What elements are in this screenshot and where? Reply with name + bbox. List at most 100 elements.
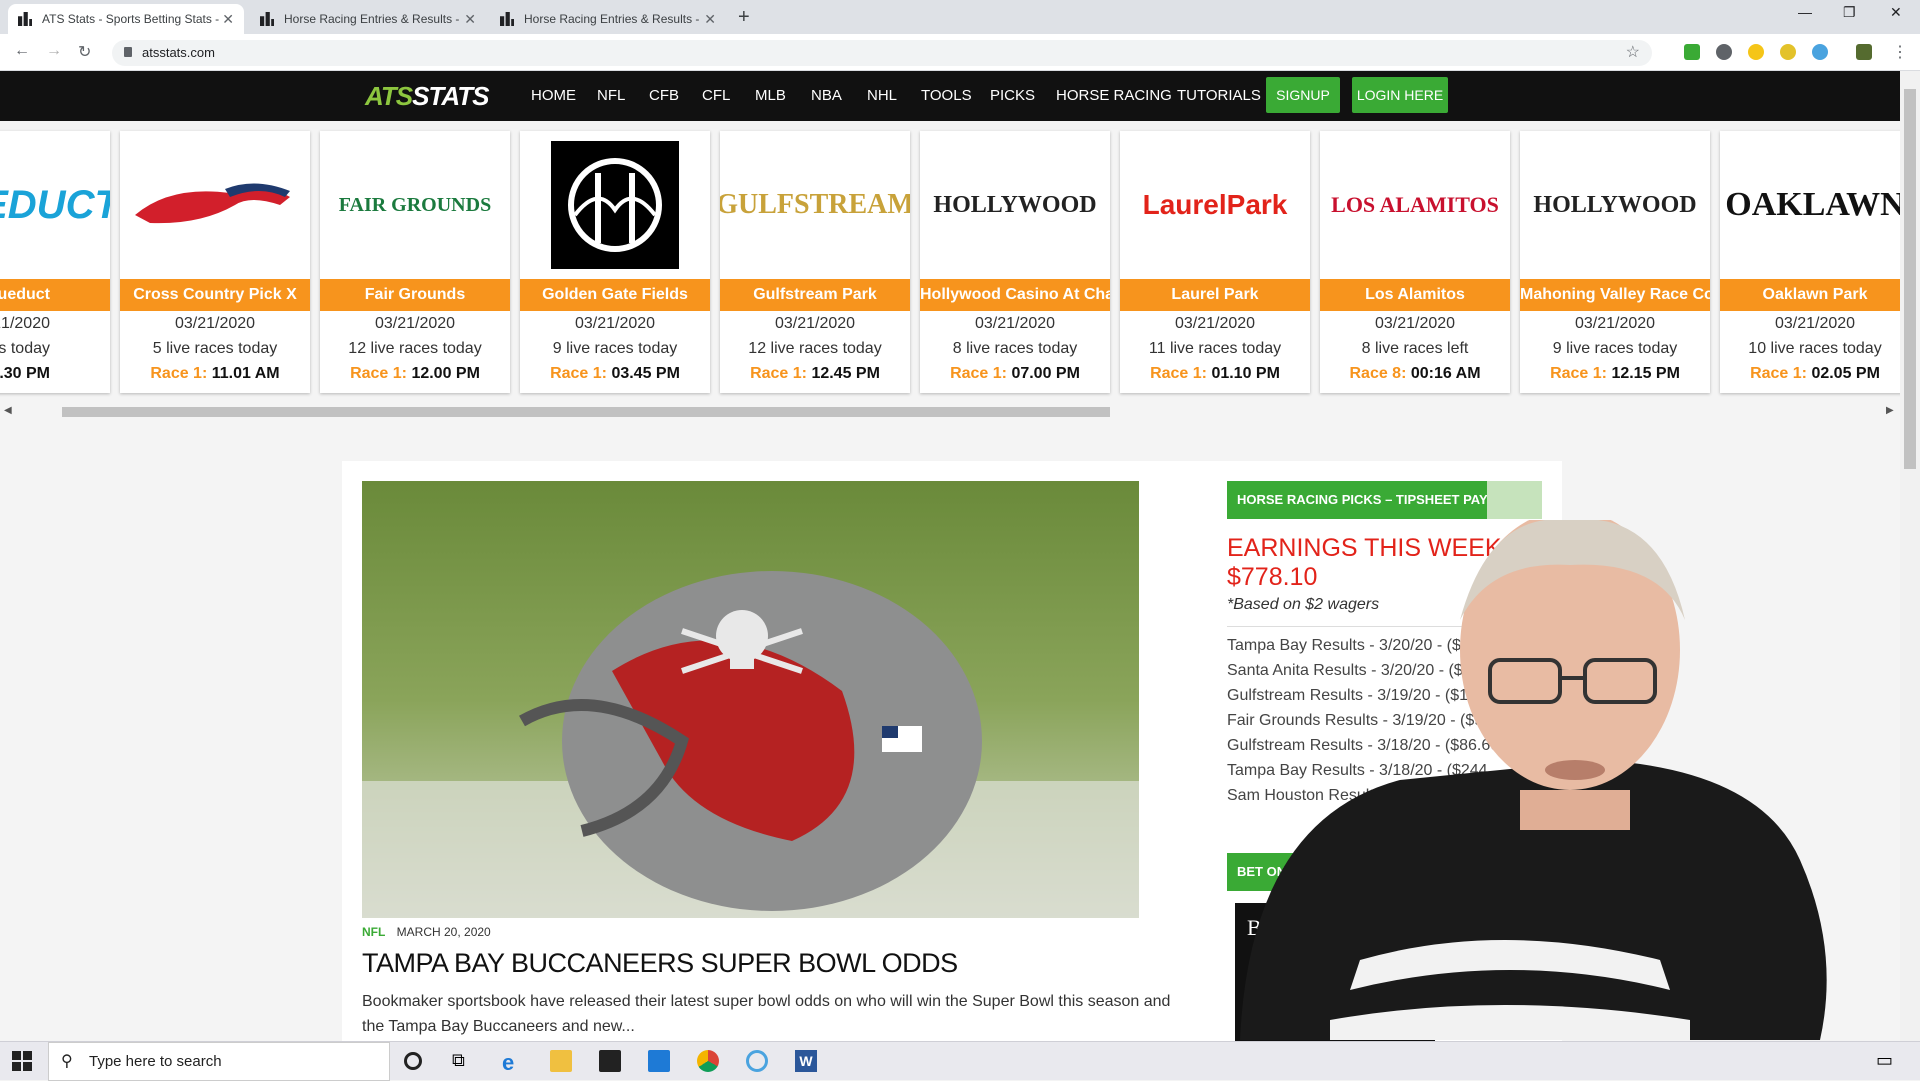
back-icon[interactable]: ← (14, 42, 30, 60)
race-label: Race 1: (750, 365, 807, 382)
nav-mlb[interactable]: MLB (755, 87, 786, 104)
nav-tutorials[interactable]: TUTORIALS (1177, 87, 1261, 104)
scroll-left-icon[interactable]: ◀ (4, 405, 12, 416)
nav-horse-racing[interactable]: HORSE RACING (1056, 87, 1172, 104)
track-card[interactable]: FAIR GROUNDS Fair Grounds 03/21/2020 12 … (320, 131, 510, 393)
article-title[interactable]: TAMPA BAY BUCCANEERS SUPER BOWL ODDS (362, 948, 958, 979)
browser-tab-ats[interactable]: ATS Stats - Sports Betting Stats - ✕ (8, 4, 244, 34)
reload-icon[interactable]: ↻ (78, 42, 91, 62)
track-card[interactable]: Cross Country Pick X 03/21/2020 5 live r… (120, 131, 310, 393)
browser-tab-entries-2[interactable]: Horse Racing Entries & Results - ✕ (490, 4, 726, 34)
notifications-icon[interactable]: ▭ (1876, 1050, 1898, 1072)
extension-check-icon[interactable] (1684, 44, 1700, 60)
taskbar-search-box[interactable]: ⚲ Type here to search (48, 1042, 390, 1081)
new-tab-icon[interactable]: + (738, 6, 750, 29)
address-bar[interactable]: atsstats.com ☆ (112, 40, 1652, 66)
track-date: 03/21/2020 (1174, 315, 1256, 332)
mail-icon[interactable] (648, 1050, 670, 1072)
tab-close-icon[interactable]: ✕ (704, 11, 716, 28)
race-label: Race 1: (1550, 365, 1607, 382)
article-date: MARCH 20, 2020 (396, 925, 491, 939)
carousel-scrollbar[interactable]: ◀ ▶ (0, 403, 1900, 421)
scrollbar-thumb[interactable] (62, 407, 1110, 417)
track-logo: GULFSTREAM (720, 131, 910, 279)
nav-tools[interactable]: TOOLS (921, 87, 972, 104)
track-card[interactable]: LaurelPark Laurel Park 03/21/2020 11 liv… (1120, 131, 1310, 393)
race-label: Race 1: (1750, 365, 1807, 382)
ats-favicon-icon (500, 12, 514, 26)
extension-cloud-icon[interactable] (1812, 44, 1828, 60)
file-explorer-icon[interactable] (550, 1050, 572, 1072)
track-name: Laurel Park (1120, 279, 1310, 311)
golden-gate-bridge-icon (568, 158, 662, 252)
search-icon: ⚲ (61, 1053, 73, 1070)
race-time: 12.00 PM (411, 365, 480, 382)
track-card[interactable]: HOLLYWOOD Mahoning Valley Race Cour 03/2… (1520, 131, 1710, 393)
track-logo: LOS ALAMITOS (1320, 131, 1510, 279)
word-icon[interactable]: W (795, 1050, 817, 1072)
presenter-video (1240, 510, 1827, 1040)
race-time: 11.01 AM (211, 365, 280, 382)
track-card[interactable]: Golden Gate Fields 03/21/2020 9 live rac… (520, 131, 710, 393)
track-card[interactable]: OAKLAWN Oaklawn Park 03/21/2020 10 live … (1720, 131, 1900, 393)
nav-home[interactable]: HOME (531, 87, 576, 104)
tab-title: Horse Racing Entries & Results - (524, 12, 700, 26)
tab-title: ATS Stats - Sports Betting Stats - (42, 12, 220, 26)
ats-stats-logo[interactable]: ATSSTATS (365, 81, 489, 112)
track-logo (520, 131, 710, 279)
logo-text: GULFSTREAM (720, 189, 910, 220)
cortana-icon[interactable] (404, 1052, 422, 1070)
chrome-icon[interactable] (697, 1050, 719, 1072)
task-view-icon[interactable]: ⧉ (452, 1050, 474, 1072)
race-label: Race 1: (350, 365, 407, 382)
nav-nba[interactable]: NBA (811, 87, 842, 104)
article-hero-image[interactable] (362, 481, 1139, 918)
tab-close-icon[interactable]: ✕ (464, 11, 476, 28)
track-card[interactable]: GULFSTREAM Gulfstream Park 03/21/2020 12… (720, 131, 910, 393)
tab-close-icon[interactable]: ✕ (222, 11, 234, 28)
nav-nfl[interactable]: NFL (597, 87, 625, 104)
extension-github-icon[interactable] (1716, 44, 1732, 60)
track-card[interactable]: HOLLYWOOD Hollywood Casino At Charl 03/2… (920, 131, 1110, 393)
nav-cfl[interactable]: CFL (702, 87, 730, 104)
track-live-count: aces today (0, 340, 50, 357)
forward-icon[interactable]: → (46, 42, 62, 60)
track-card[interactable]: EDUCT queduct 21/2020 aces today 01.30 P… (0, 131, 110, 393)
browser-tab-entries-1[interactable]: Horse Racing Entries & Results - ✕ (250, 4, 486, 34)
race-time: 12.45 PM (811, 365, 880, 382)
bookmark-star-icon[interactable]: ☆ (1626, 40, 1640, 66)
race-label: Race 1: (550, 365, 607, 382)
article-meta: NFL MARCH 20, 2020 (362, 925, 491, 939)
page-scrollbar[interactable] (1900, 71, 1920, 1041)
scroll-right-icon[interactable]: ▶ (1886, 405, 1894, 416)
maximize-icon[interactable]: ❐ (1843, 4, 1856, 21)
picks-heading: HORSE RACING PICKS – TIPSHEET PAYOUTS (1227, 481, 1542, 519)
track-card[interactable]: LOS ALAMITOS Los Alamitos 03/21/2020 8 l… (1320, 131, 1510, 393)
windows-start-icon[interactable] (12, 1051, 32, 1071)
nav-nhl[interactable]: NHL (867, 87, 897, 104)
track-live-count: 8 live races today (952, 340, 1078, 357)
minimize-icon[interactable]: — (1798, 4, 1812, 20)
window-close-icon[interactable]: ✕ (1890, 4, 1902, 21)
extension-search-icon[interactable] (1780, 44, 1796, 60)
extension-honey-icon[interactable] (1748, 44, 1764, 60)
track-date: 03/21/2020 (574, 315, 656, 332)
track-logo: HOLLYWOOD (1520, 131, 1710, 279)
cross-country-horse-icon (135, 183, 290, 224)
race-label: Race 1: (950, 365, 1007, 382)
login-button[interactable]: LOGIN HERE (1352, 77, 1448, 113)
store-icon[interactable] (599, 1050, 621, 1072)
track-carousel: EDUCT queduct 21/2020 aces today 01.30 P… (0, 121, 1900, 421)
nav-picks[interactable]: PICKS (990, 87, 1035, 104)
edge-icon[interactable]: e (502, 1050, 524, 1075)
nav-cfb[interactable]: CFB (649, 87, 679, 104)
track-name: Fair Grounds (320, 279, 510, 311)
track-next-race: Race 1: 01.10 PM (1120, 361, 1310, 386)
browser-menu-icon[interactable]: ⋮ (1892, 42, 1908, 62)
app-circle-icon[interactable] (746, 1050, 768, 1072)
scrollbar-thumb[interactable] (1904, 89, 1916, 469)
track-name: Los Alamitos (1320, 279, 1510, 311)
article-category[interactable]: NFL (362, 925, 385, 939)
profile-avatar[interactable] (1856, 44, 1872, 60)
signup-button[interactable]: SIGNUP (1266, 77, 1340, 113)
